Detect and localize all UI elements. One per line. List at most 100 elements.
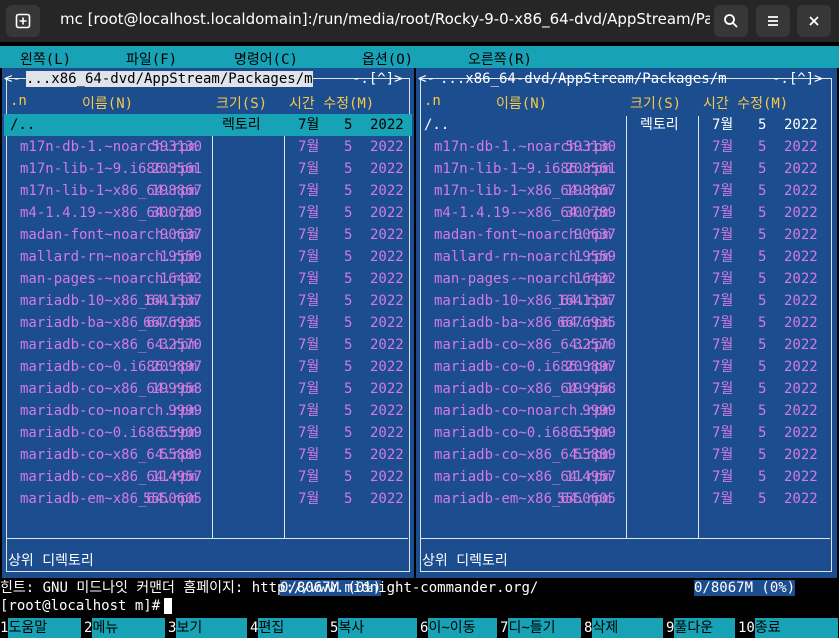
left-panel-corner-right[interactable]: -.[^]> <box>352 71 403 87</box>
left-file-row[interactable]: mariadb-co~0.i686.rpm 209897 7월 5 2022 <box>4 356 412 378</box>
right-file-row[interactable]: m17n-db-1.~noarch.rpm 593130 7월 5 2022 <box>418 136 835 158</box>
left-file-year: 2022 <box>370 337 404 353</box>
left-file-day: 5 <box>344 205 353 221</box>
fkey-number: 4 <box>250 620 259 636</box>
right-file-row[interactable]: mariadb-ba~x86_64.rpm 6676935 7월 5 2022 <box>418 312 835 334</box>
fkey-4[interactable]: 4편집 <box>250 618 328 638</box>
right-file-month: 7월 <box>712 425 734 441</box>
fkey-7[interactable]: 7디~들기 <box>500 618 582 638</box>
left-file-size: 19559 <box>159 249 202 265</box>
left-header-size[interactable]: 크기(S) <box>216 93 267 113</box>
left-file-year: 2022 <box>370 425 404 441</box>
right-file-day: 5 <box>758 425 767 441</box>
right-file-year: 2022 <box>784 403 818 419</box>
right-file-row[interactable]: m17n-lib-1~9.i686.rpm 208561 7월 5 2022 <box>418 158 835 180</box>
right-updir-row[interactable]: /.. 렉토리 7월 5 2022 <box>418 114 835 136</box>
left-panel[interactable]: <- ...x86_64-dvd/AppStream/Packages/m -.… <box>2 68 414 596</box>
right-file-size: 199958 <box>565 381 616 397</box>
right-file-row[interactable]: m17n-lib-1~x86_64.rpm 198867 7월 5 2022 <box>418 180 835 202</box>
right-file-row[interactable]: mariadb-co~x86_64.rpm 114957 7월 5 2022 <box>418 466 835 488</box>
fkey-5[interactable]: 5복사 <box>330 618 418 638</box>
left-file-day: 5 <box>344 139 353 155</box>
fkey-2[interactable]: 2메뉴 <box>84 618 166 638</box>
menu-file[interactable]: 파일(F) <box>126 49 177 69</box>
left-file-row[interactable]: m4-1.4.19-~x86_64.rpm 300789 7월 5 2022 <box>4 202 412 224</box>
right-file-year: 2022 <box>784 249 818 265</box>
search-button[interactable] <box>714 5 748 37</box>
left-file-row[interactable]: mariadb-co~x86_64.rpm 114957 7월 5 2022 <box>4 466 412 488</box>
left-file-row[interactable]: mariadb-em~x86_64.rpm 5550605 7월 5 2022 <box>4 488 412 510</box>
left-header-name[interactable]: 이름(N) <box>82 93 133 113</box>
left-file-size: 593130 <box>151 139 202 155</box>
left-file-row[interactable]: mariadb-co~0.i686.rpm 55909 7월 5 2022 <box>4 422 412 444</box>
left-file-year: 2022 <box>370 315 404 331</box>
fkey-1[interactable]: 1도움말 <box>0 618 82 638</box>
right-file-row[interactable]: mariadb-co~noarch.rpm 9999 7월 5 2022 <box>418 400 835 422</box>
menu-options[interactable]: 옵션(O) <box>362 49 413 69</box>
terminal[interactable]: 왼쪽(L) 파일(F) 명령어(C) 옵션(O) 오른쪽(R) <- ...x8… <box>0 42 839 638</box>
fkey-3[interactable]: 3보기 <box>168 618 248 638</box>
right-file-row[interactable]: madan-font~noarch.rpm 90637 7월 5 2022 <box>418 224 835 246</box>
close-button[interactable] <box>797 5 831 37</box>
right-file-row[interactable]: mariadb-co~x86_64.rpm 199958 7월 5 2022 <box>418 378 835 400</box>
left-file-year: 2022 <box>370 139 404 155</box>
menu-left[interactable]: 왼쪽(L) <box>20 49 71 69</box>
right-file-year: 2022 <box>784 205 818 221</box>
left-file-row[interactable]: man-pages-~noarch.rpm 16432 7월 5 2022 <box>4 268 412 290</box>
left-file-row[interactable]: m17n-lib-1~x86_64.rpm 198867 7월 5 2022 <box>4 180 412 202</box>
fkey-number: 10 <box>738 620 755 636</box>
left-file-day: 5 <box>344 491 353 507</box>
left-file-row[interactable]: mariadb-10~x86_64.rpm 1641337 7월 5 2022 <box>4 290 412 312</box>
menu-right[interactable]: 오른쪽(R) <box>468 49 532 69</box>
right-file-row[interactable]: m4-1.4.19-~x86_64.rpm 300789 7월 5 2022 <box>418 202 835 224</box>
right-file-day: 5 <box>758 271 767 287</box>
left-panel-path[interactable]: ...x86_64-dvd/AppStream/Packages/m <box>26 71 313 87</box>
left-file-row[interactable]: m17n-db-1.~noarch.rpm 593130 7월 5 2022 <box>4 136 412 158</box>
fkey-6[interactable]: 6이~이동 <box>420 618 498 638</box>
left-file-day: 5 <box>344 337 353 353</box>
right-file-row[interactable]: mariadb-co~0.i686.rpm 55909 7월 5 2022 <box>418 422 835 444</box>
right-panel-path[interactable]: ...x86_64-dvd/AppStream/Packages/m <box>440 71 727 87</box>
fkey-10[interactable]: 10종료 <box>738 618 838 638</box>
right-file-row[interactable]: mariadb-10~x86_64.rpm 1641337 7월 5 2022 <box>418 290 835 312</box>
left-file-row[interactable]: madan-font~noarch.rpm 90637 7월 5 2022 <box>4 224 412 246</box>
right-header-name[interactable]: 이름(N) <box>496 93 547 113</box>
right-file-day: 5 <box>758 227 767 243</box>
right-file-row[interactable]: man-pages-~noarch.rpm 16432 7월 5 2022 <box>418 268 835 290</box>
left-header-n[interactable]: .n <box>10 93 27 109</box>
left-updir-row[interactable]: /.. 렉토리 7월 5 2022 <box>4 114 412 136</box>
left-header-time[interactable]: 시간 수정(M) <box>289 93 374 113</box>
right-file-row[interactable]: mallard-rn~noarch.rpm 19559 7월 5 2022 <box>418 246 835 268</box>
right-file-day: 5 <box>758 315 767 331</box>
right-panel-corner-right[interactable]: -.[^]> <box>772 71 823 87</box>
shell-prompt[interactable]: [root@localhost m]# <box>0 598 173 614</box>
right-header-n[interactable]: .n <box>424 93 441 109</box>
left-file-year: 2022 <box>370 447 404 463</box>
fkey-8[interactable]: 8삭제 <box>584 618 664 638</box>
right-header-size[interactable]: 크기(S) <box>630 93 681 113</box>
right-file-month: 7월 <box>712 491 734 507</box>
left-file-size: 6676935 <box>142 315 202 331</box>
right-header-time[interactable]: 시간 수정(M) <box>703 93 788 113</box>
right-file-row[interactable]: mariadb-em~x86_64.rpm 5550605 7월 5 2022 <box>418 488 835 510</box>
right-mini-status: 상위 디렉토리 <box>422 553 508 569</box>
fkey-9[interactable]: 9풀다운 <box>666 618 736 638</box>
right-file-day: 5 <box>758 403 767 419</box>
right-file-day: 5 <box>758 161 767 177</box>
fkey-label: 도움말 <box>8 618 82 638</box>
menu-button[interactable] <box>756 5 790 37</box>
right-file-row[interactable]: mariadb-co~x86_64.rpm 32570 7월 5 2022 <box>418 334 835 356</box>
left-file-row[interactable]: mariadb-co~x86_64.rpm 55889 7월 5 2022 <box>4 444 412 466</box>
left-file-row[interactable]: mariadb-co~x86_64.rpm 32570 7월 5 2022 <box>4 334 412 356</box>
left-file-row[interactable]: mallard-rn~noarch.rpm 19559 7월 5 2022 <box>4 246 412 268</box>
left-file-row[interactable]: m17n-lib-1~9.i686.rpm 208561 7월 5 2022 <box>4 158 412 180</box>
right-file-row[interactable]: mariadb-co~x86_64.rpm 55889 7월 5 2022 <box>418 444 835 466</box>
menu-command[interactable]: 명령어(C) <box>234 49 298 69</box>
left-file-row[interactable]: mariadb-co~noarch.rpm 9999 7월 5 2022 <box>4 400 412 422</box>
left-file-row[interactable]: mariadb-co~x86_64.rpm 199958 7월 5 2022 <box>4 378 412 400</box>
new-tab-button[interactable] <box>6 5 40 37</box>
right-panel[interactable]: <- ...x86_64-dvd/AppStream/Packages/m -.… <box>416 68 837 596</box>
left-file-row[interactable]: mariadb-ba~x86_64.rpm 6676935 7월 5 2022 <box>4 312 412 334</box>
right-file-row[interactable]: mariadb-co~0.i686.rpm 209897 7월 5 2022 <box>418 356 835 378</box>
left-file-year: 2022 <box>370 293 404 309</box>
